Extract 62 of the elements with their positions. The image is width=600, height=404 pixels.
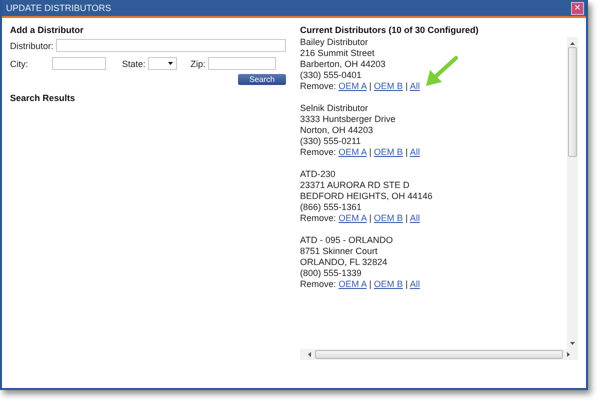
state-dropdown[interactable] (148, 57, 177, 70)
distributor-name: ATD - 095 - ORLANDO (300, 235, 394, 246)
address-line: 8751 Skinner Court (300, 246, 379, 257)
remove-link[interactable]: All (410, 147, 420, 157)
field-label: State: (122, 58, 146, 68)
separator: | (369, 213, 372, 223)
address-line: (866) 555-1361 (300, 202, 363, 213)
section-title: Current Distributors (10 of 30 Configured) (300, 25, 480, 35)
close-button[interactable]: × (571, 2, 584, 14)
field-label: City: (10, 58, 28, 68)
address-line: Norton, OH 44203 (300, 125, 374, 136)
remove-link[interactable]: OEM B (374, 147, 403, 157)
remove-link[interactable]: OEM A (338, 279, 367, 289)
search-button[interactable]: Search (238, 74, 286, 85)
separator: | (405, 213, 408, 223)
separator: | (369, 147, 372, 157)
caret-icon (168, 62, 173, 65)
address-line: 23371 AURORA RD STE D (300, 180, 411, 191)
horizontal-scrollbar[interactable] (300, 349, 578, 360)
field-label: Distributor: (10, 40, 54, 50)
scroll-down-icon[interactable] (570, 342, 575, 345)
separator: | (369, 279, 372, 289)
distributor-field[interactable] (56, 39, 286, 52)
distributor-name: Selnik Distributor (300, 103, 370, 114)
remove-link[interactable]: OEM A (338, 213, 367, 223)
address-line: 3333 Huntsberger Drive (300, 114, 397, 125)
field-label: Zip: (190, 58, 206, 68)
window-title: UPDATE DISTRIBUTORS (6, 3, 112, 13)
remove-label: Remove: (300, 279, 336, 289)
remove-link[interactable]: All (410, 279, 420, 289)
address-line: (800) 555-1339 (300, 268, 363, 279)
remove-label: Remove: (300, 213, 336, 223)
address-line: 216 Summit Street (300, 48, 376, 59)
remove-link[interactable]: OEM B (374, 81, 403, 91)
remove-link[interactable]: OEM B (374, 213, 403, 223)
separator: | (405, 147, 408, 157)
remove-link[interactable]: All (410, 213, 420, 223)
separator: | (405, 81, 408, 91)
address-line: (330) 555-0401 (300, 70, 363, 81)
scroll-up-icon[interactable] (570, 42, 575, 45)
separator: | (369, 81, 372, 91)
address-line: (330) 555-0211 (300, 136, 362, 147)
section-title: Add a Distributor (10, 25, 84, 35)
remove-label: Remove: (300, 81, 336, 91)
address-line: ORLANDO, FL 32824 (300, 257, 388, 268)
address-line: BEDFORD HEIGHTS, OH 44146 (300, 191, 434, 202)
scroll-left-icon[interactable] (308, 352, 311, 357)
remove-label: Remove: (300, 147, 336, 157)
remove-link[interactable]: All (410, 81, 420, 91)
remove-link[interactable]: OEM A (338, 147, 367, 157)
distributor-name: Bailey Distributor (300, 37, 370, 48)
vertical-scrollbar[interactable] (567, 37, 578, 349)
scroll-right-icon[interactable] (567, 352, 570, 357)
remove-link[interactable]: OEM B (374, 279, 403, 289)
address-line: Barberton, OH 44203 (300, 59, 387, 70)
separator: | (405, 279, 408, 289)
arrow-icon (424, 56, 458, 88)
distributor-name: ATD-230 (300, 169, 336, 180)
city-field[interactable] (52, 57, 106, 70)
remove-link[interactable]: OEM A (338, 81, 367, 91)
section-title: Search Results (10, 93, 76, 103)
zip-field[interactable] (208, 57, 276, 70)
